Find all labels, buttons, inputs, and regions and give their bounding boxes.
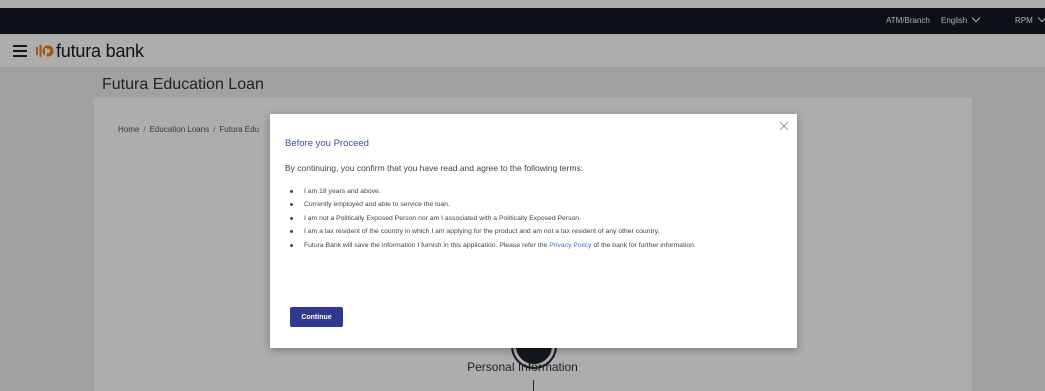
modal-title: Before you Proceed — [285, 138, 369, 149]
term-item: Currently employed and able to service t… — [288, 201, 748, 209]
terms-list: I am 18 years and above. Currently emplo… — [288, 188, 748, 255]
term-text: Currently employed and able to service t… — [304, 201, 450, 209]
term-item: I am not a Politically Exposed Person no… — [288, 215, 748, 223]
term-item: Futura Bank will save the information I … — [288, 242, 748, 250]
term-text: of the bank for further information. — [591, 241, 696, 249]
term-item: I am 18 years and above. — [288, 188, 748, 196]
continue-button[interactable]: Continue — [290, 307, 343, 327]
before-you-proceed-modal: Before you Proceed By continuing, you co… — [270, 114, 797, 348]
close-icon[interactable] — [778, 120, 790, 132]
term-text: I am 18 years and above. — [304, 188, 381, 195]
term-item: I am a tax resident of the country in wh… — [288, 228, 748, 236]
term-text: Futura Bank will save the information I … — [304, 241, 550, 249]
privacy-policy-link[interactable]: Privacy Policy — [549, 242, 591, 249]
modal-intro: By continuing, you confirm that you have… — [285, 163, 584, 173]
term-text: I am not a Politically Exposed Person no… — [304, 214, 581, 222]
term-text: I am a tax resident of the country in wh… — [304, 228, 660, 236]
